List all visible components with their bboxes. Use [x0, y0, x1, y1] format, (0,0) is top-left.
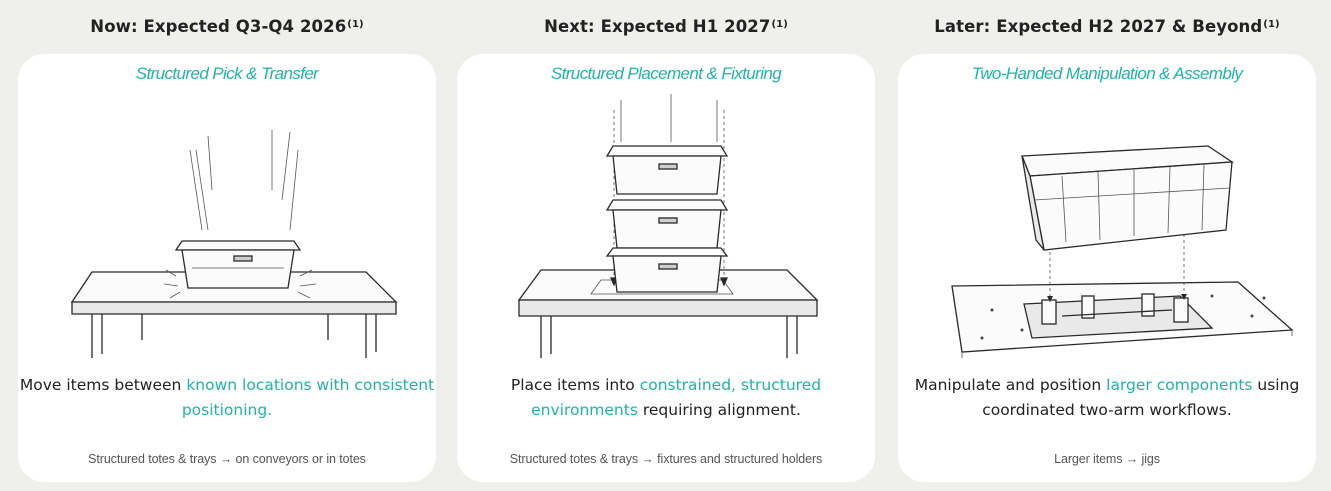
phase-later-footnote-ref: (1)	[1263, 18, 1280, 30]
phase-next-heading-text: Next: Expected H1 2027	[544, 16, 771, 36]
tote	[174, 240, 302, 289]
description-text: Manipulate and position	[914, 376, 1107, 394]
phase-now-description: Move items between known locations with …	[18, 373, 436, 423]
large-crate	[1021, 145, 1234, 251]
phase-later-column: Later: Expected H2 2027 & Beyond (1) Two-…	[892, 0, 1322, 482]
large-crate-over-jig-illustration	[951, 145, 1294, 358]
stacked-totes-on-table-illustration	[517, 94, 819, 358]
phase-later-footer: Larger items → jigs	[1054, 452, 1160, 466]
phase-now-footer: Structured totes & trays → on conveyors …	[88, 452, 366, 466]
phase-later-heading: Later: Expected H2 2027 & Beyond (1)	[892, 0, 1322, 52]
phase-next-column: Next: Expected H1 2027 (1) Structured Pla…	[451, 0, 881, 482]
phase-next-footer: Structured totes & trays → fixtures and …	[509, 452, 823, 466]
description-highlight: known locations with consistent position…	[181, 376, 435, 419]
motion-lines	[189, 130, 299, 231]
phase-next-description: Place items into constrained, structured…	[457, 373, 875, 423]
phase-later-description: Manipulate and position larger component…	[898, 373, 1316, 423]
description-text: Move items between	[19, 376, 187, 394]
phase-now-footnote-ref: (1)	[347, 18, 364, 30]
description-text-end: requiring alignment.	[637, 401, 801, 419]
single-tote-on-table-illustration	[70, 130, 398, 358]
phase-later-heading-text: Later: Expected H2 2027 & Beyond	[934, 16, 1263, 36]
phase-now-heading-text: Now: Expected Q3-Q4 2026	[90, 16, 347, 36]
phase-later-card: Two-Handed Manipulation & Assembly Manip…	[898, 54, 1316, 482]
phase-now-column: Now: Expected Q3-Q4 2026 (1) Structured P…	[12, 0, 442, 482]
phase-next-heading: Next: Expected H1 2027 (1)	[451, 0, 881, 52]
tote-bottom	[605, 247, 729, 293]
phase-next-footnote-ref: (1)	[771, 18, 788, 30]
phase-now-card: Structured Pick & Transfer Move items be…	[18, 54, 436, 482]
description-text: Place items into	[510, 376, 640, 394]
description-highlight: larger components	[1106, 376, 1253, 394]
phase-now-heading: Now: Expected Q3-Q4 2026 (1)	[12, 0, 442, 52]
tote-middle	[605, 199, 729, 249]
phase-next-card: Structured Placement & Fixturing Place i…	[457, 54, 875, 482]
phase-now-subtitle: Structured Pick & Transfer	[135, 64, 319, 83]
phase-later-subtitle: Two-Handed Manipulation & Assembly	[971, 64, 1243, 83]
roadmap-slide: Now: Expected Q3-Q4 2026 (1) Structured P…	[0, 0, 1331, 491]
tote-top	[605, 145, 729, 195]
phase-next-subtitle: Structured Placement & Fixturing	[550, 64, 782, 83]
